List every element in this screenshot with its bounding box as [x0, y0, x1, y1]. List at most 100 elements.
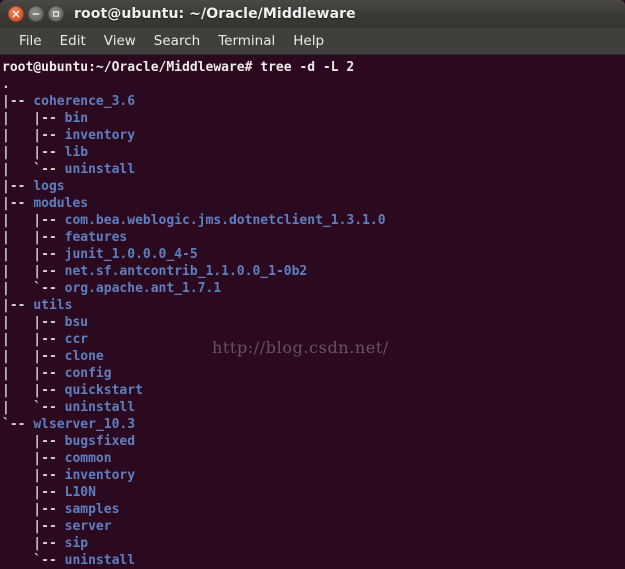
terminal-output[interactable]: root@ubuntu:~/Oracle/Middleware# tree -d…: [0, 55, 625, 569]
directory-name: sip: [64, 536, 89, 551]
terminal-tree-line: | `-- uninstall: [2, 399, 625, 416]
tree-branch-glyph: |--: [2, 502, 65, 517]
tree-branch-glyph: `--: [2, 553, 65, 568]
terminal-tree-line: | |-- config: [2, 365, 625, 382]
tree-branch-glyph: `--: [2, 417, 34, 432]
terminal-tree-line: | |-- junit_1.0.0.0_4-5: [2, 246, 625, 263]
minimize-button[interactable]: [28, 6, 44, 22]
terminal-tree-line: `-- wlserver_10.3: [2, 416, 625, 433]
menu-item-search[interactable]: Search: [145, 31, 209, 51]
tree-branch-glyph: |--: [2, 196, 34, 211]
tree-branch-glyph: |--: [2, 94, 34, 109]
directory-name: lib: [64, 145, 89, 160]
directory-name: features: [64, 230, 128, 245]
terminal-tree-line: |-- inventory: [2, 467, 625, 484]
terminal-tree-line: |-- samples: [2, 501, 625, 518]
tree-branch-glyph: | |--: [2, 264, 65, 279]
close-icon: [12, 10, 20, 18]
tree-branch-glyph: |--: [2, 298, 34, 313]
maximize-button[interactable]: [48, 6, 64, 22]
terminal-tree-line: | |-- clone: [2, 348, 625, 365]
tree-branch-glyph: .: [2, 77, 10, 92]
directory-name: coherence_3.6: [33, 94, 136, 109]
terminal-tree-line: | |-- features: [2, 229, 625, 246]
tree-branch-glyph: | |--: [2, 366, 65, 381]
menu-item-help[interactable]: Help: [284, 31, 333, 51]
directory-name: inventory: [64, 128, 136, 143]
terminal-tree-line: |-- coherence_3.6: [2, 93, 625, 110]
terminal-tree-line: | |-- bin: [2, 110, 625, 127]
tree-branch-glyph: |--: [2, 468, 65, 483]
tree-branch-glyph: |--: [2, 485, 65, 500]
terminal-tree-line: |-- bugsfixed: [2, 433, 625, 450]
menu-item-view[interactable]: View: [95, 31, 145, 51]
tree-branch-glyph: |--: [2, 179, 34, 194]
terminal-tree-line: |-- modules: [2, 195, 625, 212]
tree-branch-glyph: | |--: [2, 145, 65, 160]
tree-branch-glyph: | |--: [2, 383, 65, 398]
tree-branch-glyph: |--: [2, 519, 65, 534]
terminal-tree-line: | |-- com.bea.weblogic.jms.dotnetclient_…: [2, 212, 625, 229]
tree-branch-glyph: | |--: [2, 332, 65, 347]
terminal-line-list: root@ubuntu:~/Oracle/Middleware# tree -d…: [2, 59, 625, 569]
tree-branch-glyph: |--: [2, 451, 65, 466]
terminal-tree-line: | |-- net.sf.antcontrib_1.1.0.0_1-0b2: [2, 263, 625, 280]
terminal-tree-line: | `-- uninstall: [2, 161, 625, 178]
terminal-tree-line: | |-- bsu: [2, 314, 625, 331]
directory-name: bugsfixed: [64, 434, 136, 449]
directory-name: ccr: [64, 332, 89, 347]
terminal-tree-line: | `-- org.apache.ant_1.7.1: [2, 280, 625, 297]
directory-name: uninstall: [64, 400, 136, 415]
tree-branch-glyph: | |--: [2, 247, 65, 262]
directory-name: bsu: [64, 315, 89, 330]
tree-branch-glyph: |--: [2, 536, 65, 551]
terminal-tree-line: |-- L10N: [2, 484, 625, 501]
directory-name: server: [64, 519, 112, 534]
directory-name: junit_1.0.0.0_4-5: [64, 247, 198, 262]
terminal-tree-line: |-- common: [2, 450, 625, 467]
terminal-tree-line: |-- sip: [2, 535, 625, 552]
tree-branch-glyph: |--: [2, 434, 65, 449]
terminal-window: root@ubuntu: ~/Oracle/Middleware File Ed…: [0, 0, 625, 569]
tree-branch-glyph: | |--: [2, 128, 65, 143]
directory-name: wlserver_10.3: [33, 417, 136, 432]
directory-name: uninstall: [64, 162, 136, 177]
terminal-tree-line: | |-- quickstart: [2, 382, 625, 399]
terminal-tree-line: |-- server: [2, 518, 625, 535]
terminal-tree-line: | |-- lib: [2, 144, 625, 161]
directory-name: L10N: [64, 485, 96, 500]
directory-name: clone: [64, 349, 104, 364]
tree-branch-glyph: | |--: [2, 111, 65, 126]
directory-name: org.apache.ant_1.7.1: [64, 281, 222, 296]
window-title: root@ubuntu: ~/Oracle/Middleware: [74, 6, 356, 22]
close-button[interactable]: [8, 6, 24, 22]
directory-name: samples: [64, 502, 120, 517]
directory-name: inventory: [64, 468, 136, 483]
directory-name: net.sf.antcontrib_1.1.0.0_1-0b2: [64, 264, 308, 279]
terminal-tree-line: |-- logs: [2, 178, 625, 195]
shell-prompt: root@ubuntu:~/Oracle/Middleware#: [2, 60, 261, 75]
directory-name: modules: [33, 196, 89, 211]
menu-item-terminal[interactable]: Terminal: [209, 31, 284, 51]
tree-branch-glyph: | |--: [2, 315, 65, 330]
menu-item-edit[interactable]: Edit: [51, 31, 95, 51]
tree-branch-glyph: | `--: [2, 162, 65, 177]
directory-name: common: [64, 451, 112, 466]
title-bar: root@ubuntu: ~/Oracle/Middleware: [0, 0, 625, 28]
minimize-icon: [32, 13, 40, 15]
tree-branch-glyph: | |--: [2, 230, 65, 245]
directory-name: uninstall: [64, 553, 136, 568]
directory-name: quickstart: [64, 383, 143, 398]
terminal-tree-line: `-- uninstall: [2, 552, 625, 569]
tree-branch-glyph: | |--: [2, 213, 65, 228]
menu-item-file[interactable]: File: [10, 31, 51, 51]
menu-bar: File Edit View Search Terminal Help: [0, 28, 625, 55]
tree-branch-glyph: | |--: [2, 349, 65, 364]
tree-branch-glyph: | `--: [2, 281, 65, 296]
terminal-tree-line: | |-- ccr: [2, 331, 625, 348]
directory-name: logs: [33, 179, 65, 194]
window-controls: [8, 6, 64, 22]
directory-name: bin: [64, 111, 89, 126]
tree-branch-glyph: | `--: [2, 400, 65, 415]
maximize-icon: [52, 11, 60, 17]
